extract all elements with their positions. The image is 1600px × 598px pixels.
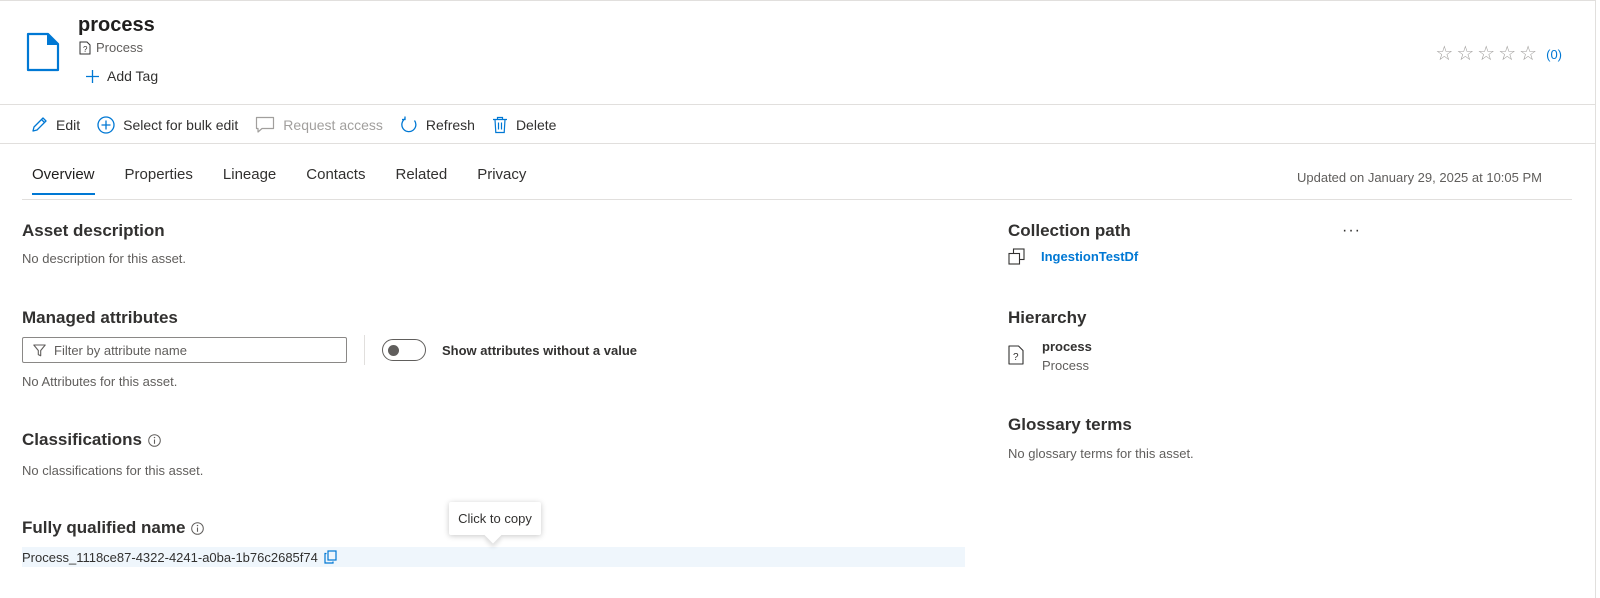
classifications-heading: Classifications (22, 430, 161, 450)
star-icon[interactable]: ☆ (1456, 44, 1474, 64)
attribute-filter[interactable] (22, 337, 347, 363)
tab-overview[interactable]: Overview (32, 166, 95, 195)
tab-bar: Overview Properties Lineage Contacts Rel… (32, 166, 526, 195)
star-icon[interactable]: ☆ (1498, 44, 1516, 64)
collection-link[interactable]: IngestionTestDf (1041, 249, 1138, 264)
pencil-icon (32, 117, 47, 132)
toggle-label: Show attributes without a value (442, 343, 638, 358)
edit-button[interactable]: Edit (30, 116, 80, 134)
delete-button[interactable]: Delete (492, 116, 556, 134)
rating-count[interactable]: (0) (1546, 47, 1562, 62)
tab-properties[interactable]: Properties (125, 166, 193, 195)
plus-icon (86, 69, 99, 83)
no-attributes-text: No Attributes for this asset. (22, 374, 178, 389)
glossary-terms-heading: Glossary terms (1008, 415, 1132, 435)
toggle-knob (388, 345, 399, 356)
hierarchy-item-name[interactable]: process (1042, 339, 1092, 354)
delete-label: Delete (515, 117, 557, 133)
filter-icon (33, 343, 46, 356)
asset-type: ? Process (79, 40, 143, 55)
refresh-button[interactable]: Refresh (400, 116, 475, 134)
add-tag-button[interactable]: Add Tag (86, 68, 158, 84)
fqn-heading: Fully qualified name (22, 518, 205, 538)
comment-icon (256, 116, 275, 133)
bulk-edit-label: Select for bulk edit (123, 117, 239, 133)
bulk-edit-button[interactable]: Select for bulk edit (97, 116, 238, 134)
fqn-value-row[interactable]: Process_1118ce87-4322-4241-a0ba-1b76c268… (22, 547, 965, 567)
document-icon (26, 32, 60, 72)
fqn-title: Fully qualified name (22, 518, 186, 537)
copy-icon[interactable] (324, 550, 337, 564)
request-access-label: Request access (283, 117, 383, 133)
add-circle-icon (97, 116, 115, 134)
header-divider (0, 104, 1596, 105)
filter-separator (364, 335, 365, 365)
rating[interactable]: ☆ ☆ ☆ ☆ ☆ (0) (1435, 44, 1562, 64)
tabs-divider (22, 199, 1572, 200)
glossary-terms-title: Glossary terms (1008, 415, 1132, 434)
asset-description-heading: Asset description (22, 221, 165, 241)
tab-related[interactable]: Related (395, 166, 447, 195)
hierarchy-title: Hierarchy (1008, 308, 1087, 327)
managed-attributes-title: Managed attributes (22, 308, 178, 327)
collection-path-heading: Collection path (1008, 221, 1131, 241)
star-icon[interactable]: ☆ (1435, 44, 1453, 64)
add-tag-label: Add Tag (107, 68, 159, 84)
toolbar-divider (0, 143, 1596, 144)
asset-description-text: No description for this asset. (22, 251, 187, 266)
tab-privacy[interactable]: Privacy (477, 166, 526, 195)
star-icon[interactable]: ☆ (1477, 44, 1495, 64)
trash-icon (492, 116, 507, 134)
edit-label: Edit (56, 117, 81, 133)
classifications-title: Classifications (22, 430, 142, 449)
tab-lineage[interactable]: Lineage (223, 166, 276, 195)
hierarchy-heading: Hierarchy (1008, 308, 1086, 328)
process-type-icon: ? (79, 41, 91, 54)
hierarchy-item-type: Process (1042, 358, 1089, 373)
request-access-button[interactable]: Request access (255, 116, 383, 134)
show-empty-attributes-toggle[interactable] (382, 339, 426, 361)
asset-details-panel (0, 0, 1596, 598)
attribute-filter-input[interactable] (54, 342, 334, 358)
refresh-icon (401, 116, 417, 133)
tab-contacts[interactable]: Contacts (306, 166, 365, 195)
asset-type-label: Process (96, 40, 143, 55)
collection-path-row: IngestionTestDf (1008, 248, 1138, 265)
star-icon[interactable]: ☆ (1519, 44, 1537, 64)
refresh-label: Refresh (425, 117, 475, 133)
collection-path-title: Collection path (1008, 221, 1131, 240)
fqn-value: Process_1118ce87-4322-4241-a0ba-1b76c268… (22, 549, 318, 565)
managed-attributes-heading: Managed attributes (22, 308, 178, 328)
process-type-icon: ? (1008, 345, 1024, 365)
command-bar: Edit Select for bulk edit Request access… (30, 113, 573, 137)
classifications-text: No classifications for this asset. (22, 463, 204, 478)
svg-text:?: ? (1013, 352, 1019, 363)
info-icon[interactable] (191, 521, 205, 535)
more-options-button[interactable]: ··· (1342, 222, 1361, 240)
asset-description-title: Asset description (22, 221, 165, 240)
svg-text:?: ? (83, 45, 88, 54)
info-icon[interactable] (148, 433, 161, 447)
glossary-terms-text: No glossary terms for this asset. (1008, 446, 1194, 461)
asset-title: process (78, 14, 155, 36)
collection-icon (1008, 248, 1025, 265)
updated-timestamp: Updated on January 29, 2025 at 10:05 PM (1296, 170, 1542, 185)
copy-tooltip: Click to copy (449, 502, 541, 535)
